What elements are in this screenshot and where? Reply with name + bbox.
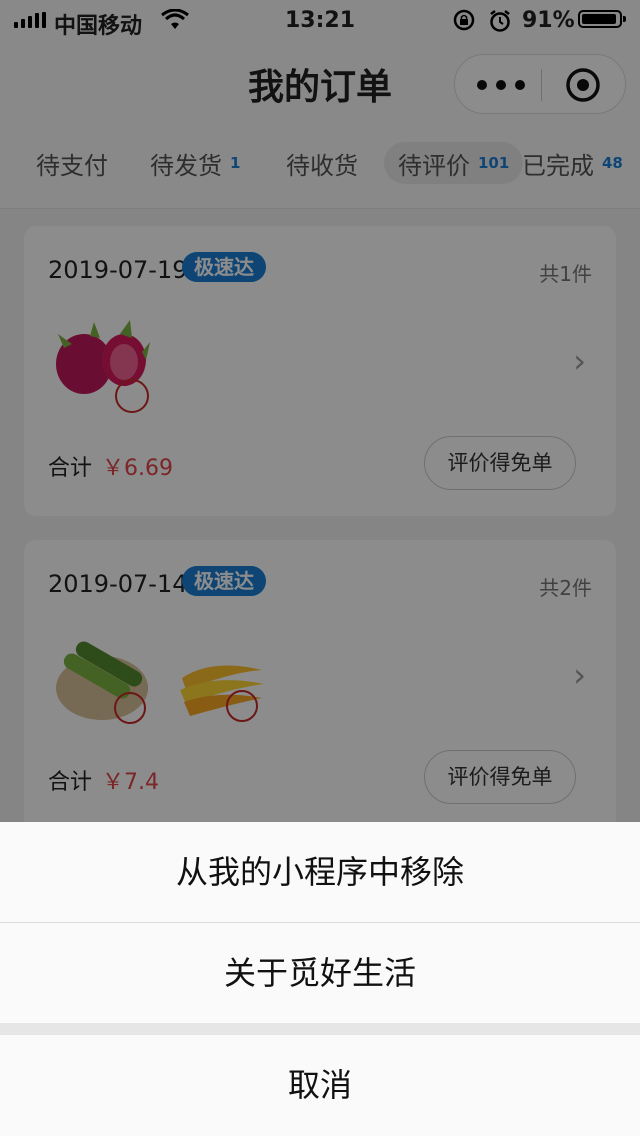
cancel-button[interactable]: 取消 [0,1035,640,1136]
action-sheet: 从我的小程序中移除 关于觅好生活 取消 [0,822,640,1136]
about-button[interactable]: 关于觅好生活 [0,923,640,1023]
remove-from-mini-programs-button[interactable]: 从我的小程序中移除 [0,822,640,923]
sheet-divider [0,1023,640,1035]
